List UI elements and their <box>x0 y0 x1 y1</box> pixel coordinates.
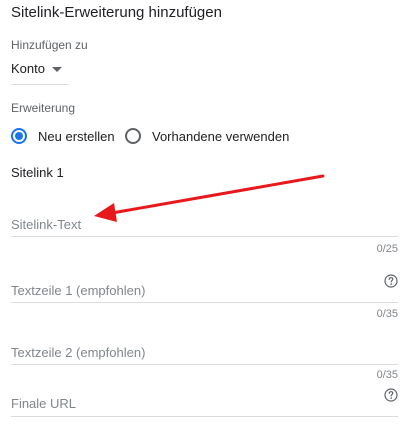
description-line-2-input[interactable]: Textzeile 2 (empfohlen) <box>11 340 398 365</box>
description-line-1-input[interactable]: Textzeile 1 (empfohlen) <box>11 274 398 303</box>
description-line-2-char-counter: 0/35 <box>376 369 398 381</box>
add-to-dropdown[interactable]: Konto <box>11 56 69 85</box>
radio-use-existing[interactable]: Vorhandene verwenden <box>125 125 289 147</box>
sitelink-heading: Sitelink 1 <box>11 165 64 180</box>
description-line-1-placeholder: Textzeile 1 (empfohlen) <box>11 283 146 298</box>
question-mark-circle-icon[interactable] <box>384 274 398 288</box>
add-to-label: Hinzufügen zu <box>11 38 88 52</box>
radio-create-new[interactable]: Neu erstellen <box>11 125 115 147</box>
radio-checked-icon[interactable] <box>11 128 27 144</box>
question-mark-circle-icon[interactable] <box>384 388 398 402</box>
extension-label: Erweiterung <box>11 101 76 115</box>
radio-unchecked-icon[interactable] <box>125 128 141 144</box>
final-url-placeholder: Finale URL <box>11 396 77 411</box>
description-line-2-placeholder: Textzeile 2 (empfohlen) <box>11 345 146 360</box>
sitelink-text-char-counter: 0/25 <box>376 243 398 255</box>
triangle-down-icon <box>52 67 62 72</box>
add-sitelink-extension-dialog: Sitelink-Erweiterung hinzufügen Hinzufüg… <box>0 0 413 426</box>
radio-create-new-label: Neu erstellen <box>38 128 115 144</box>
sitelink-text-input[interactable]: Sitelink-Text <box>11 212 398 237</box>
sitelink-text-placeholder: Sitelink-Text <box>11 217 82 232</box>
description-line-1-char-counter: 0/35 <box>376 308 398 320</box>
radio-use-existing-label: Vorhandene verwenden <box>152 128 290 144</box>
dialog-title: Sitelink-Erweiterung hinzufügen <box>11 4 222 21</box>
final-url-input[interactable]: Finale URL <box>11 388 398 417</box>
add-to-selected-value: Konto <box>11 61 45 76</box>
